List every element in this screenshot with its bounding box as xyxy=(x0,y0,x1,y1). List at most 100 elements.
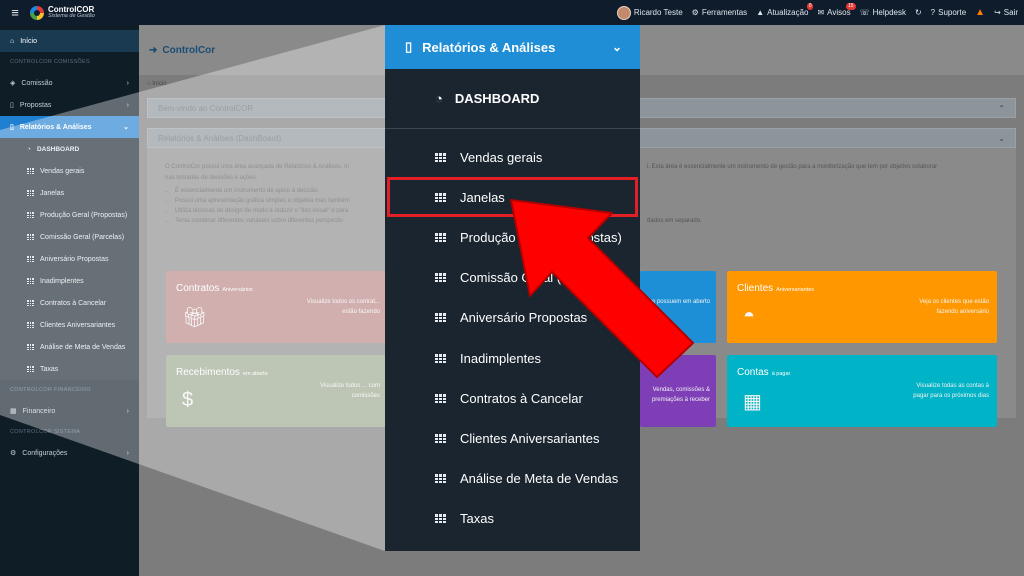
top-bar: ≡ ControlCOR Sistema de Gestão Ricardo T… xyxy=(0,0,1024,25)
tile-recebimentos[interactable]: Recebimentos em aberto $ Visualize todos … xyxy=(166,355,388,427)
warning-icon: ▲ xyxy=(756,8,765,17)
chevron-right-icon: › xyxy=(126,79,129,87)
sidebar-item-relatorios[interactable]: ▯ Relatórios & Análises ⌄ xyxy=(0,116,139,138)
sidebar-sub-item[interactable]: Vendas gerais xyxy=(0,160,139,182)
zoom-item-analise-meta[interactable]: Análise de Meta de Vendas xyxy=(385,459,640,499)
money-hand-icon: $ xyxy=(182,389,194,411)
tile-description: Vendas, comissões & premiações à receber xyxy=(651,387,710,403)
zoom-item-label: Produção Geral (Propostas) xyxy=(460,229,622,245)
sidebar-item-label: Configurações xyxy=(22,449,68,457)
sidebar-sub-item[interactable]: Aniversário Propostas xyxy=(0,248,139,270)
sidebar-item-label: Propostas xyxy=(19,101,52,109)
helpdesk-link[interactable]: ☏ Helpdesk xyxy=(860,8,906,17)
dashboard-icon: ◔ xyxy=(27,145,31,153)
notices-badge: 15 xyxy=(846,3,856,10)
zoom-item-label: Aniversário Propostas xyxy=(460,310,588,326)
zoom-item-comissao-geral[interactable]: Comissão Geral (Parcelas) xyxy=(385,258,640,298)
layers-icon: ◈ xyxy=(10,80,16,87)
sidebar-sub-item[interactable]: Produção Geral (Propostas) xyxy=(0,204,139,226)
zoom-item-aniversario-propostas[interactable]: Aniversário Propostas xyxy=(385,298,640,338)
tile-contas[interactable]: Contas à pagar ▦ Visualize todas as conta… xyxy=(727,355,997,427)
sidebar-item-label: Relatórios & Análises xyxy=(19,123,92,131)
tools-menu[interactable]: ⚙ Ferramentas xyxy=(692,8,748,17)
tile-pendencias[interactable]: que possuem em aberto xyxy=(640,271,716,343)
table-icon xyxy=(435,433,446,443)
breadcrumb-label: Início xyxy=(152,81,167,87)
refresh-button[interactable]: ↻ xyxy=(915,8,922,17)
list-item-text: Tenta combinar diferentes variáveis sobr… xyxy=(175,218,344,224)
zoom-item-label: Análise de Meta de Vendas xyxy=(460,471,619,487)
sidebar-sub-label: Aniversário Propostas xyxy=(40,255,109,263)
menu-toggle-icon[interactable]: ≡ xyxy=(0,5,30,20)
zoom-item-label: Inadimplentes xyxy=(460,350,541,366)
zoom-item-clientes-aniversariantes[interactable]: Clientes Aniversariantes xyxy=(385,418,640,458)
panel-title: Bem-vindo ao ControlCOR xyxy=(158,103,254,113)
chevron-down-icon: ⌄ xyxy=(998,133,1005,143)
sidebar: ⌂ Início CONTROLCOR COMISSÕES ◈ Comissão… xyxy=(0,25,139,576)
zoom-item-label: Janelas xyxy=(460,189,505,205)
tile-subtitle: Aniversários xyxy=(222,287,253,293)
tile-premiacoes[interactable]: Vendas, comissões & premiações à receber xyxy=(640,355,716,427)
sidebar-sub-item[interactable]: Inadimplentes xyxy=(0,270,139,292)
alert-button[interactable]: ▲ xyxy=(975,7,985,18)
logout-label: Sair xyxy=(1003,8,1018,17)
sidebar-item-configuracoes[interactable]: ⚙ Configurações › xyxy=(0,442,139,464)
logo-icon xyxy=(30,5,44,20)
zoom-item-taxas[interactable]: Taxas xyxy=(385,499,640,539)
helpdesk-icon: ☏ xyxy=(859,8,870,17)
zoom-item-dashboard[interactable]: ◔ DASHBOARD xyxy=(385,69,640,129)
tile-description: Visualize todos os contrat... estão faze… xyxy=(306,299,380,315)
zoom-header[interactable]: ▯ Relatórios & Análises ⌄ xyxy=(385,25,640,69)
gift-icon: 🎁︎ xyxy=(182,307,208,329)
sidebar-sub-item[interactable]: Comissão Geral (Parcelas) xyxy=(0,226,139,248)
arrow-circle-icon: ➜ xyxy=(149,44,158,56)
zoom-item-producao-geral[interactable]: Produção Geral (Propostas) xyxy=(385,217,640,257)
user-name: Ricardo Teste xyxy=(633,8,683,17)
zoom-item-vendas-gerais[interactable]: Vendas gerais xyxy=(385,137,640,177)
user-menu[interactable]: Ricardo Teste xyxy=(616,5,683,20)
sidebar-submenu: ◔ DASHBOARD Vendas gerais Janelas Produç… xyxy=(0,138,139,380)
tile-description: Visualize todos ... com comissões xyxy=(320,383,380,399)
gear-icon: ⚙ xyxy=(10,450,17,457)
table-icon xyxy=(435,232,446,242)
chat-icon: ✉ xyxy=(817,8,825,17)
sidebar-sub-item[interactable]: Análise de Meta de Vendas xyxy=(0,336,139,358)
chevron-down-icon: ⌄ xyxy=(123,124,129,131)
logout-link[interactable]: ↪ Sair xyxy=(994,8,1018,17)
sidebar-sub-item[interactable]: Janelas xyxy=(0,182,139,204)
sidebar-item-propostas[interactable]: ▯ Propostas › xyxy=(0,94,139,116)
tile-subtitle: Aniversariantes xyxy=(776,287,815,293)
zoom-item-janelas[interactable]: Janelas xyxy=(387,177,638,218)
tools-icon: ⚙ xyxy=(691,8,699,17)
sidebar-item-comissao[interactable]: ◈ Comissão › xyxy=(0,72,139,94)
zoomed-submenu: ▯ Relatórios & Análises ⌄ ◔ DASHBOARD Ve… xyxy=(385,25,640,551)
sidebar-item-financeiro[interactable]: ▦ Financeiro › xyxy=(0,400,139,422)
sidebar-item-inicio[interactable]: ⌂ Início xyxy=(0,30,139,52)
zoom-item-contratos-cancelar[interactable]: Contratos à Cancelar xyxy=(385,378,640,418)
sidebar-sub-item[interactable]: Contratos à Cancelar xyxy=(0,292,139,314)
table-icon xyxy=(27,190,34,196)
zoom-item-inadimplentes[interactable]: Inadimplentes xyxy=(385,338,640,378)
sidebar-sub-item[interactable]: Clientes Aniversariantes xyxy=(0,314,139,336)
tile-clientes[interactable]: Clientes Aniversariantes ◓ Veja os client… xyxy=(727,271,997,343)
notices-menu[interactable]: ✉ Avisos 15 xyxy=(817,3,856,17)
intro-text-right: l. Esta área é essencialmente um instrum… xyxy=(647,164,938,170)
tile-contratos[interactable]: Contratos Aniversários 🎁︎ Visualize todos… xyxy=(166,271,388,343)
tile-title: Contas xyxy=(737,367,769,378)
app-logo[interactable]: ControlCOR Sistema de Gestão xyxy=(30,5,95,20)
sidebar-sub-label: Vendas gerais xyxy=(40,167,85,175)
sidebar-sub-item[interactable]: Taxas xyxy=(0,358,139,380)
sidebar-sub-label: Janelas xyxy=(40,189,65,197)
tile-description: Veja os clientes que estão fazendo anive… xyxy=(919,299,989,315)
sidebar-sub-label: Clientes Aniversariantes xyxy=(40,321,116,329)
sidebar-sub-label: Inadimplentes xyxy=(40,277,84,285)
helpdesk-label: Helpdesk xyxy=(872,8,906,17)
calculator-icon: ▦ xyxy=(743,391,762,413)
app-subtitle: Sistema de Gestão xyxy=(48,12,95,19)
tile-description: Visualize todas as contas à pagar para o… xyxy=(913,383,989,399)
sidebar-sub-dashboard[interactable]: ◔ DASHBOARD xyxy=(0,138,139,160)
updates-menu[interactable]: ▲ Atualização 0 xyxy=(756,3,814,17)
support-link[interactable]: ? Suporte xyxy=(931,8,966,17)
table-icon xyxy=(435,474,446,484)
chevron-right-icon: › xyxy=(126,449,129,457)
